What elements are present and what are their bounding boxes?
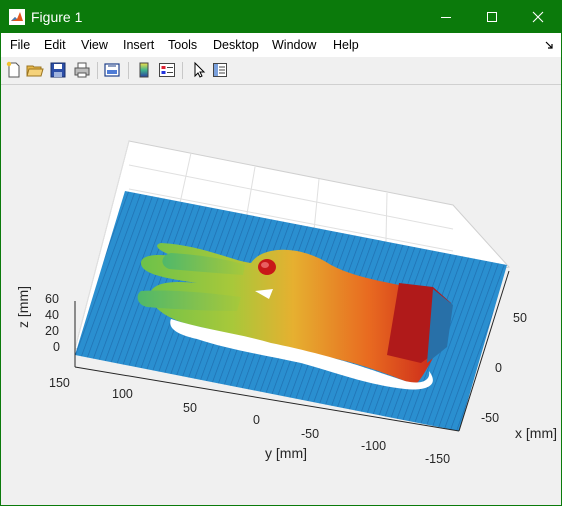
y-tick: -50 [301, 427, 320, 441]
z-tick: 40 [45, 308, 59, 322]
toolbar-separator [97, 62, 98, 79]
menu-desktop[interactable]: Desktop [213, 38, 259, 52]
z-axis-label: z [mm] [15, 286, 31, 328]
y-tick: 0 [253, 413, 260, 427]
open-file-icon[interactable] [26, 61, 44, 79]
x-tick: 0 [495, 361, 502, 375]
maximize-icon [487, 12, 497, 22]
x-tick: 50 [513, 311, 527, 325]
close-icon [532, 11, 544, 23]
menu-edit[interactable]: Edit [44, 38, 66, 52]
menu-view[interactable]: View [81, 38, 108, 52]
dock-arrow-icon[interactable] [545, 41, 553, 49]
matlab-icon [9, 9, 25, 25]
minimize-button[interactable] [423, 1, 469, 33]
toolbar-separator [182, 62, 183, 79]
y-tick: -100 [361, 439, 387, 453]
surface-plot[interactable] [1, 85, 561, 505]
x-axis-label: x [mm] [515, 425, 557, 441]
menu-bar: File Edit View Insert Tools Desktop Wind… [1, 33, 561, 57]
y-tick: 100 [112, 387, 133, 401]
menu-tools[interactable]: Tools [168, 38, 197, 52]
menu-help[interactable]: Help [333, 38, 359, 52]
z-tick: 20 [45, 324, 59, 338]
figure-toolbar [1, 57, 561, 85]
y-axis-label: y [mm] [265, 445, 307, 461]
y-tick: -150 [425, 452, 451, 466]
y-tick: 50 [183, 401, 197, 415]
print-icon[interactable] [73, 61, 91, 79]
save-icon[interactable] [49, 61, 67, 79]
new-figure-icon[interactable] [5, 61, 23, 79]
figure-canvas[interactable]: 60 40 20 0 z [mm] 150 100 50 0 -50 -100 … [1, 85, 561, 505]
z-tick: 0 [53, 340, 60, 354]
close-button[interactable] [515, 1, 561, 33]
toolbar-separator [128, 62, 129, 79]
x-tick: -50 [481, 411, 500, 425]
figure-window: Figure 1 File Edit View Insert Tools Des… [0, 0, 562, 506]
menu-file[interactable]: File [10, 38, 30, 52]
edit-plot-icon[interactable] [190, 61, 208, 79]
y-tick: 150 [49, 376, 70, 390]
menu-insert[interactable]: Insert [123, 38, 154, 52]
maximize-button[interactable] [469, 1, 515, 33]
window-title: Figure 1 [31, 9, 83, 25]
link-plot-icon[interactable] [103, 61, 121, 79]
title-bar[interactable]: Figure 1 [1, 1, 561, 33]
insert-legend-icon[interactable] [158, 61, 176, 79]
minimize-icon [441, 17, 451, 18]
property-inspector-icon[interactable] [211, 61, 229, 79]
z-tick: 60 [45, 292, 59, 306]
insert-colorbar-icon[interactable] [135, 61, 153, 79]
menu-window[interactable]: Window [272, 38, 316, 52]
